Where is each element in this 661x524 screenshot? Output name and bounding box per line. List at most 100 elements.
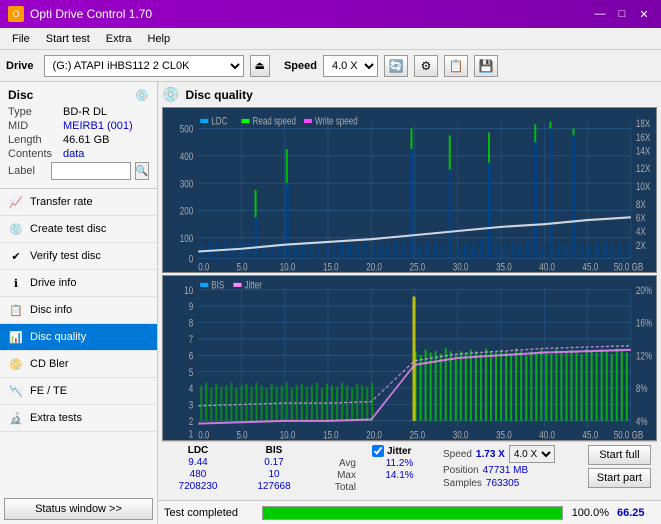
app-icon: O bbox=[8, 6, 24, 22]
menu-extra[interactable]: Extra bbox=[98, 32, 140, 46]
sidebar-item-label: Drive info bbox=[30, 277, 76, 289]
refresh-button[interactable]: 🔄 bbox=[384, 55, 408, 77]
svg-text:5.0: 5.0 bbox=[236, 262, 247, 272]
svg-text:10.0: 10.0 bbox=[280, 430, 296, 440]
close-button[interactable]: ✕ bbox=[635, 5, 653, 23]
menu-help[interactable]: Help bbox=[139, 32, 178, 46]
disc-section-title: Disc bbox=[8, 88, 33, 102]
settings-button[interactable]: ⚙ bbox=[414, 55, 438, 77]
jitter-checkbox[interactable] bbox=[372, 445, 384, 457]
cd-bler-icon: 📀 bbox=[8, 356, 24, 372]
svg-text:400: 400 bbox=[180, 151, 193, 164]
disc-label-input[interactable] bbox=[51, 162, 131, 180]
sidebar-item-transfer-rate[interactable]: 📈 Transfer rate bbox=[0, 189, 157, 216]
disc-contents-row: Contents data bbox=[8, 148, 149, 160]
info-button[interactable]: 📋 bbox=[444, 55, 468, 77]
jitter-max: 14.1% bbox=[372, 470, 427, 481]
jitter-avg: 11.2% bbox=[372, 458, 427, 469]
sidebar-item-label: Disc info bbox=[30, 304, 72, 316]
sidebar-item-create-test-disc[interactable]: 💿 Create test disc bbox=[0, 216, 157, 243]
sidebar-item-cd-bler[interactable]: 📀 CD Bler bbox=[0, 351, 157, 378]
row-labels: Avg Max Total bbox=[320, 445, 356, 493]
panel-title: Disc quality bbox=[185, 88, 252, 102]
verify-test-disc-icon: ✔ bbox=[8, 248, 24, 264]
sidebar-item-label: Disc quality bbox=[30, 331, 86, 343]
speed-section: Speed 1.73 X 4.0 X Position 47731 MB Sam… bbox=[443, 445, 572, 489]
eject-button[interactable]: ⏏ bbox=[250, 55, 270, 77]
drive-select[interactable]: (G:) ATAPI iHBS112 2 CL0K bbox=[44, 55, 244, 77]
disc-length-value: 46.61 GB bbox=[63, 134, 109, 146]
start-full-button[interactable]: Start full bbox=[588, 445, 651, 465]
sidebar-item-drive-info[interactable]: ℹ Drive info bbox=[0, 270, 157, 297]
disc-info-section: Disc 💿 Type BD-R DL MID MEIRB1 (001) Len… bbox=[0, 82, 157, 189]
svg-text:6X: 6X bbox=[636, 212, 646, 225]
position-label: Position bbox=[443, 465, 479, 476]
svg-text:12X: 12X bbox=[636, 163, 651, 176]
maximize-button[interactable]: □ bbox=[613, 5, 631, 23]
svg-text:4: 4 bbox=[189, 383, 194, 396]
svg-text:Jitter: Jitter bbox=[244, 279, 262, 292]
disc-contents-label: Contents bbox=[8, 148, 63, 160]
disc-icon: 💿 bbox=[135, 89, 149, 102]
ldc-max: 480 bbox=[168, 469, 228, 480]
sidebar-item-disc-info[interactable]: 📋 Disc info bbox=[0, 297, 157, 324]
total-label: Total bbox=[335, 482, 356, 493]
disc-length-label: Length bbox=[8, 134, 63, 146]
sidebar-item-extra-tests[interactable]: 🔬 Extra tests bbox=[0, 405, 157, 432]
progress-bar-container bbox=[262, 506, 563, 520]
disc-label-label: Label bbox=[8, 165, 47, 177]
svg-text:50.0 GB: 50.0 GB bbox=[614, 430, 644, 440]
speed-select[interactable]: 4.0 X bbox=[323, 55, 378, 77]
fe-te-icon: 📉 bbox=[8, 383, 24, 399]
ldc-stats: LDC 9.44 480 7208230 bbox=[168, 445, 228, 492]
bis-stats: BIS 0.17 10 127668 bbox=[244, 445, 304, 492]
svg-text:2X: 2X bbox=[636, 240, 646, 253]
sidebar-item-disc-quality[interactable]: 📊 Disc quality bbox=[0, 324, 157, 351]
svg-text:200: 200 bbox=[180, 205, 193, 218]
menu-start-test[interactable]: Start test bbox=[38, 32, 98, 46]
speed-display: 66.25 bbox=[617, 507, 655, 519]
bottom-bar: Test completed 100.0% 66.25 bbox=[158, 500, 661, 524]
menu-file[interactable]: File bbox=[4, 32, 38, 46]
svg-text:20%: 20% bbox=[636, 285, 652, 298]
svg-text:18X: 18X bbox=[636, 118, 651, 131]
svg-text:20.0: 20.0 bbox=[366, 262, 382, 272]
speed-value: 1.73 X bbox=[476, 449, 505, 460]
svg-text:3: 3 bbox=[189, 399, 193, 412]
disc-contents-value: data bbox=[63, 148, 84, 160]
max-label: Max bbox=[337, 470, 356, 481]
sidebar-item-verify-test-disc[interactable]: ✔ Verify test disc bbox=[0, 243, 157, 270]
svg-text:8%: 8% bbox=[636, 383, 648, 396]
status-window-button[interactable]: Status window >> bbox=[4, 498, 153, 520]
speed-mode-select[interactable]: 4.0 X bbox=[509, 445, 555, 463]
disc-type-row: Type BD-R DL bbox=[8, 106, 149, 118]
disc-label-icon-btn[interactable]: 🔍 bbox=[135, 162, 149, 180]
menu-bar: File Start test Extra Help bbox=[0, 28, 661, 50]
svg-text:10.0: 10.0 bbox=[280, 262, 296, 272]
svg-text:20.0: 20.0 bbox=[366, 430, 382, 440]
content-area: 💿 Disc quality bbox=[158, 82, 661, 524]
sidebar-item-fe-te[interactable]: 📉 FE / TE bbox=[0, 378, 157, 405]
disc-type-value: BD-R DL bbox=[63, 106, 107, 118]
disc-label-row: Label 🔍 bbox=[8, 162, 149, 180]
save-button[interactable]: 💾 bbox=[474, 55, 498, 77]
svg-text:300: 300 bbox=[180, 178, 193, 191]
disc-mid-label: MID bbox=[8, 120, 63, 132]
start-part-button[interactable]: Start part bbox=[588, 468, 651, 488]
ldc-total: 7208230 bbox=[168, 481, 228, 492]
nav-items: 📈 Transfer rate 💿 Create test disc ✔ Ver… bbox=[0, 189, 157, 494]
extra-tests-icon: 🔬 bbox=[8, 410, 24, 426]
bis-header: BIS bbox=[244, 445, 304, 456]
sidebar-item-label: Extra tests bbox=[30, 412, 82, 424]
svg-text:Read speed: Read speed bbox=[253, 115, 296, 128]
sidebar-item-label: CD Bler bbox=[30, 358, 69, 370]
drive-info-icon: ℹ bbox=[8, 275, 24, 291]
speed-key-label: Speed bbox=[443, 449, 472, 460]
action-buttons: Start full Start part bbox=[588, 445, 651, 488]
charts-container: 500 400 300 200 100 0 18X 16X 14X 12X 10… bbox=[162, 107, 657, 441]
disc-type-label: Type bbox=[8, 106, 63, 118]
minimize-button[interactable]: — bbox=[591, 5, 609, 23]
svg-text:LDC: LDC bbox=[211, 115, 227, 128]
svg-text:45.0: 45.0 bbox=[583, 262, 599, 272]
svg-text:Write speed: Write speed bbox=[315, 115, 358, 128]
